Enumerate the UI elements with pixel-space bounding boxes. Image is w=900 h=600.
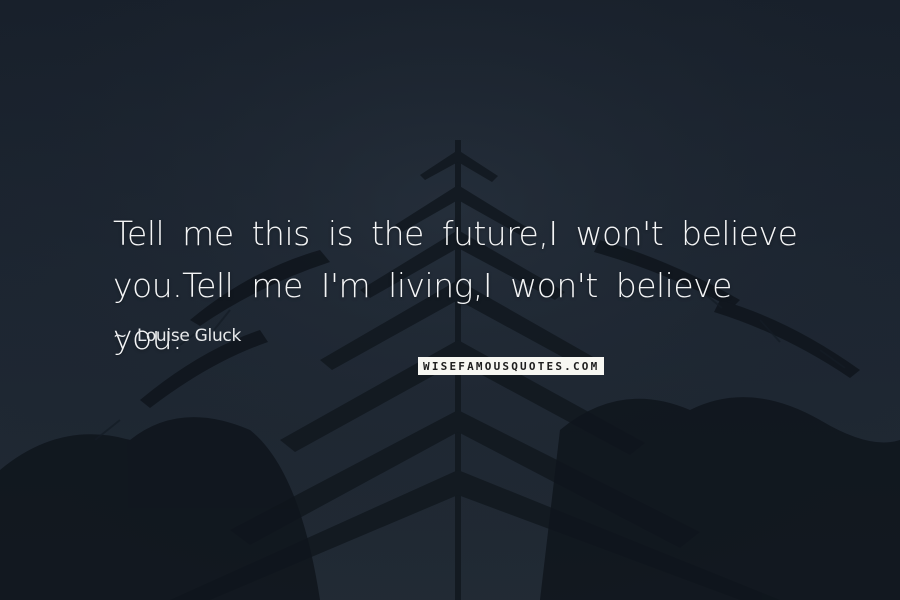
author-name: Louise Gluck — [136, 326, 242, 346]
author-prefix: ~ — [113, 326, 127, 346]
author-line: ~ Louise Gluck — [113, 326, 241, 346]
watermark-logo: WISEFAMOUSQUOTES.COM — [418, 357, 605, 375]
quote-image: Tell me this is the future,I won't belie… — [0, 0, 900, 600]
